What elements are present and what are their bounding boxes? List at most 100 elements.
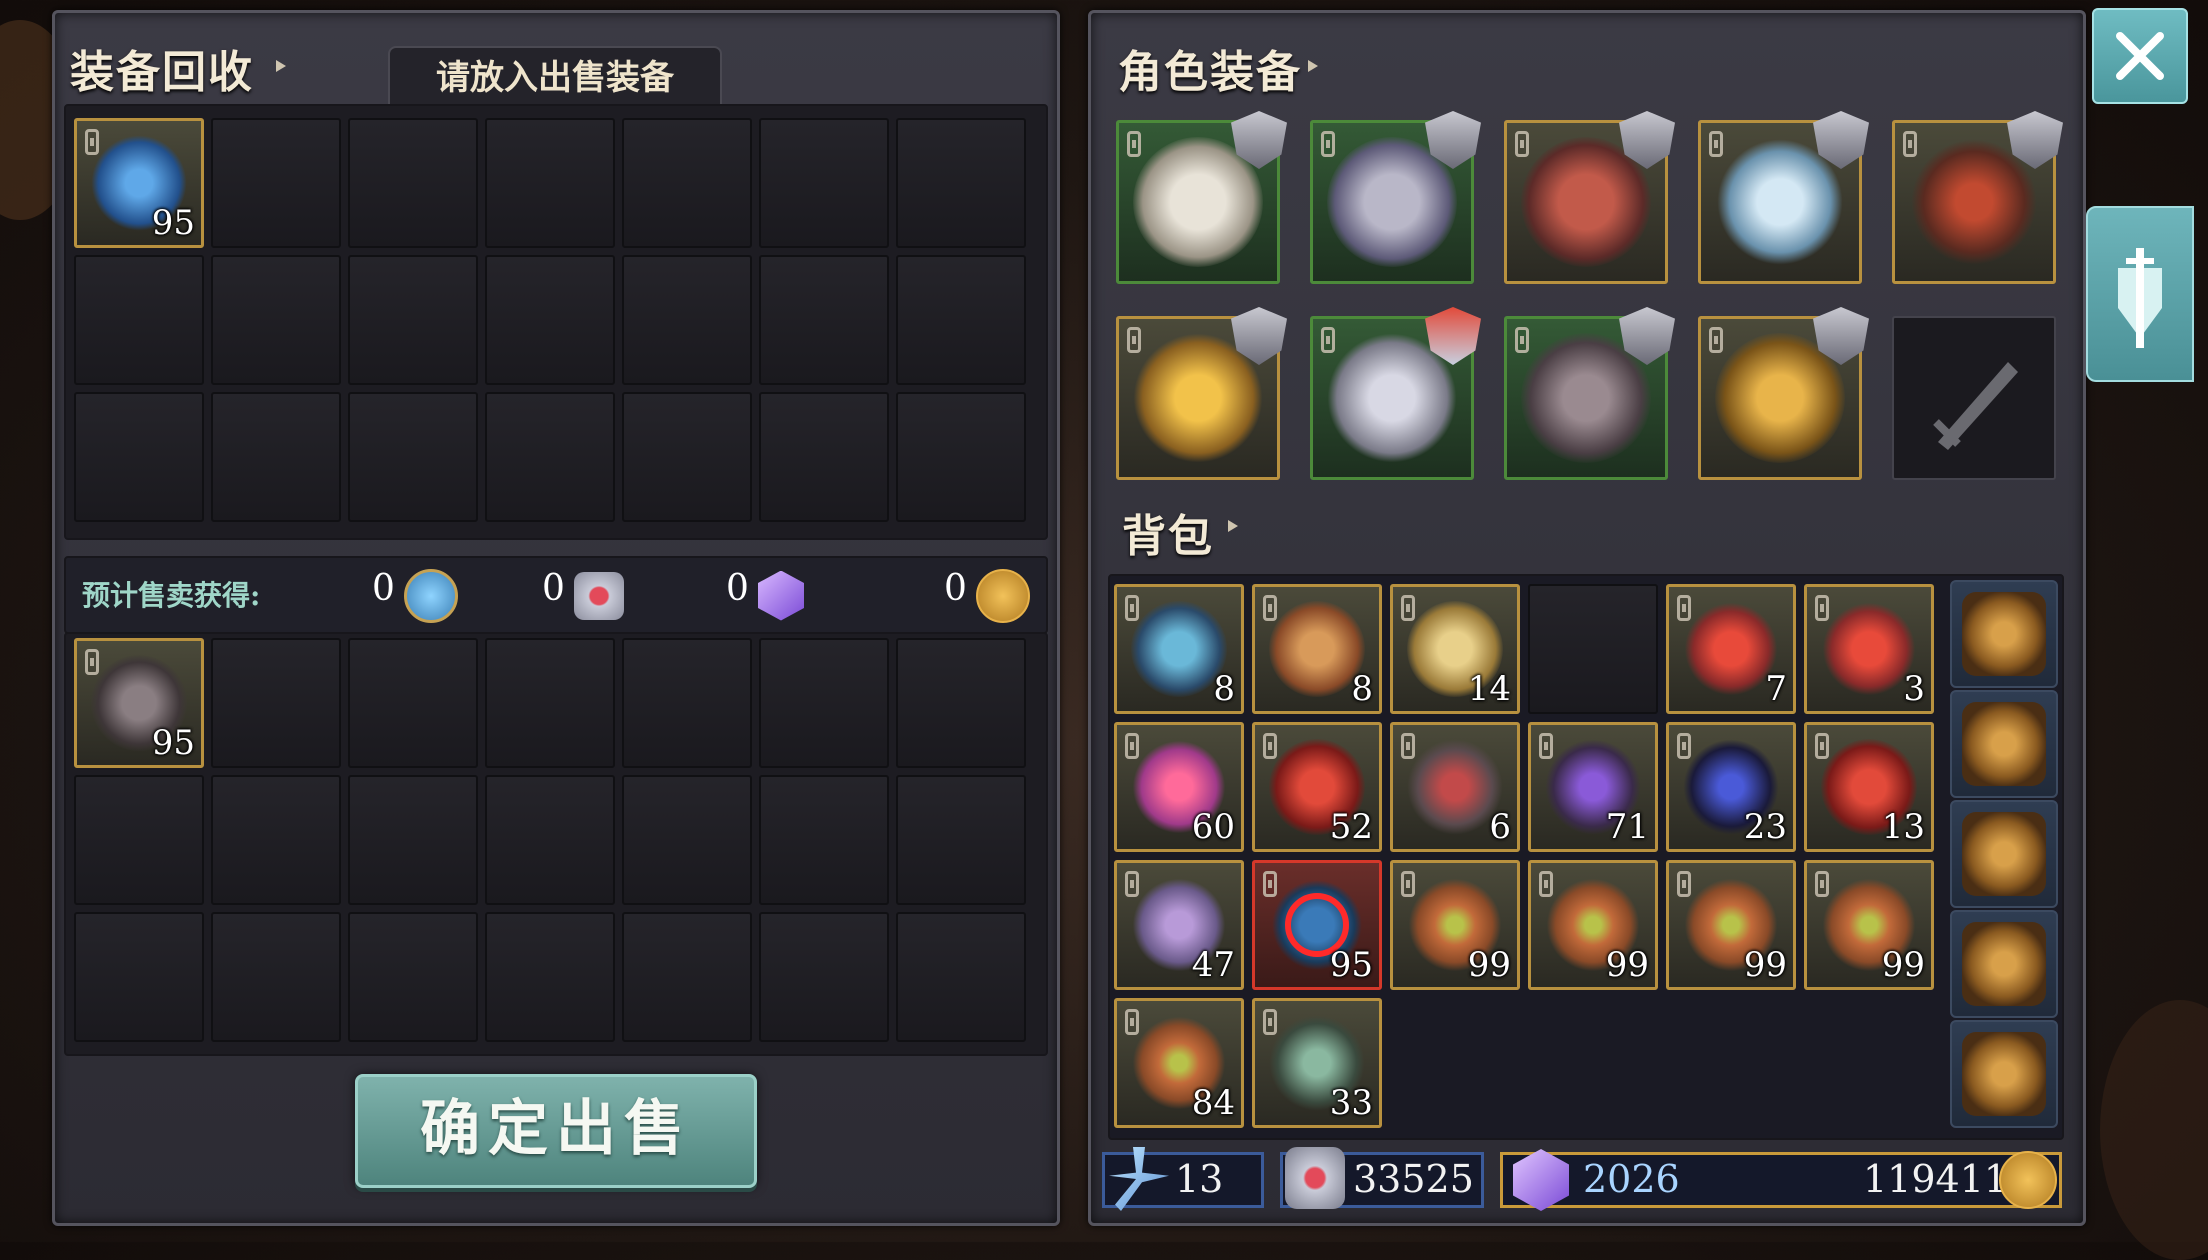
backpack-item[interactable]: 99: [1390, 860, 1520, 990]
lock-icon: [1321, 131, 1335, 157]
equipment-slot-amulet[interactable]: [1116, 307, 1287, 480]
empty-slot[interactable]: [348, 255, 478, 385]
estimate-gem: 0: [726, 568, 804, 621]
backpack-item[interactable]: 8: [1114, 584, 1244, 714]
lock-icon: [1709, 327, 1723, 353]
equipment-slot-gauntlet[interactable]: [1310, 307, 1481, 480]
empty-slot[interactable]: [348, 775, 478, 905]
empty-slot[interactable]: [622, 392, 752, 522]
empty-slot[interactable]: [622, 775, 752, 905]
backpack-item[interactable]: 84: [1114, 998, 1244, 1128]
equipment-slot-cloak[interactable]: [1504, 111, 1675, 284]
backpack-item[interactable]: 99: [1666, 860, 1796, 990]
empty-slot[interactable]: [485, 255, 615, 385]
equipment-slot-boots[interactable]: [1504, 307, 1675, 480]
bag-icon: [1962, 592, 2046, 676]
title-arrow-icon: [1308, 60, 1318, 72]
empty-slot[interactable]: [74, 255, 204, 385]
confirm-sell-button[interactable]: 确定出售: [355, 1074, 757, 1188]
empty-slot[interactable]: [896, 775, 1026, 905]
empty-slot[interactable]: [211, 638, 341, 768]
bag-tab-1[interactable]: [1950, 580, 2058, 688]
empty-slot[interactable]: [348, 912, 478, 1042]
lock-icon: [85, 129, 99, 155]
empty-slot[interactable]: [348, 118, 478, 248]
empty-slot[interactable]: [485, 392, 615, 522]
empty-slot[interactable]: [622, 912, 752, 1042]
empty-slot[interactable]: [485, 638, 615, 768]
backpack-item[interactable]: 60: [1114, 722, 1244, 852]
empty-slot[interactable]: [211, 775, 341, 905]
equipment-slot-helmet[interactable]: [1116, 111, 1287, 284]
gold-coin-icon: [976, 568, 1030, 623]
item-count: 13: [1881, 807, 1925, 847]
empty-slot[interactable]: [74, 775, 204, 905]
backpack-item[interactable]: 14: [1390, 584, 1520, 714]
item-count: 8: [1213, 669, 1235, 709]
backpack-item[interactable]: 99: [1804, 860, 1934, 990]
empty-slot[interactable]: [759, 912, 889, 1042]
empty-slot[interactable]: [211, 118, 341, 248]
empty-slot[interactable]: [211, 912, 341, 1042]
empty-slot[interactable]: [896, 118, 1026, 248]
backpack-item[interactable]: 95: [1252, 860, 1382, 990]
backpack-item[interactable]: 47: [1114, 860, 1244, 990]
lock-icon: [1401, 733, 1415, 759]
side-tab-equipment[interactable]: [2086, 206, 2194, 382]
empty-slot[interactable]: [485, 912, 615, 1042]
equipment-slot-staff[interactable]: [1892, 111, 2063, 284]
equipment-slot-weapon[interactable]: [1892, 316, 2056, 480]
empty-slot[interactable]: [759, 392, 889, 522]
equipment-slot-ring2[interactable]: [1698, 307, 1869, 480]
backpack-item[interactable]: 33: [1252, 998, 1382, 1128]
empty-slot[interactable]: [622, 638, 752, 768]
bag-tab-5[interactable]: [1950, 1020, 2058, 1128]
lock-icon: [1815, 595, 1829, 621]
empty-slot[interactable]: [759, 638, 889, 768]
empty-slot[interactable]: [759, 775, 889, 905]
tab-place-items[interactable]: 请放入出售装备: [388, 46, 722, 108]
empty-slot[interactable]: [622, 118, 752, 248]
empty-slot[interactable]: [896, 392, 1026, 522]
empty-slot[interactable]: [896, 638, 1026, 768]
recycle-item-slot[interactable]: 95: [74, 118, 204, 248]
equipment-slot-chest[interactable]: [1310, 111, 1481, 284]
item-count: 60: [1191, 807, 1235, 847]
empty-slot[interactable]: [348, 392, 478, 522]
empty-slot[interactable]: [74, 392, 204, 522]
recycle-item-slot[interactable]: 95: [74, 638, 204, 768]
empty-slot[interactable]: [485, 775, 615, 905]
empty-slot[interactable]: [896, 255, 1026, 385]
empty-slot[interactable]: [622, 255, 752, 385]
empty-slot[interactable]: [896, 912, 1026, 1042]
empty-slot[interactable]: [211, 392, 341, 522]
backpack-item[interactable]: 71: [1528, 722, 1658, 852]
lock-icon: [1903, 131, 1917, 157]
empty-slot[interactable]: [759, 118, 889, 248]
item-count: 95: [151, 203, 195, 243]
equipment-slot-ring[interactable]: [1698, 111, 1869, 284]
empty-slot[interactable]: [348, 638, 478, 768]
backpack-item[interactable]: 13: [1804, 722, 1934, 852]
backpack-item[interactable]: 99: [1528, 860, 1658, 990]
lock-icon: [1125, 595, 1139, 621]
bag-tab-2[interactable]: [1950, 690, 2058, 798]
estimate-magic-dust: 0: [372, 568, 458, 623]
backpack-item[interactable]: 7: [1666, 584, 1796, 714]
bag-tab-4[interactable]: [1950, 910, 2058, 1018]
close-button[interactable]: [2092, 8, 2188, 104]
empty-slot[interactable]: [74, 912, 204, 1042]
backpack-item[interactable]: 3: [1804, 584, 1934, 714]
empty-slot[interactable]: [485, 118, 615, 248]
empty-slot[interactable]: [759, 255, 889, 385]
backpack-item[interactable]: 8: [1252, 584, 1382, 714]
empty-slot[interactable]: [1528, 584, 1658, 714]
empty-slot[interactable]: [211, 255, 341, 385]
item-count: 99: [1605, 945, 1649, 985]
background-foliage: [2100, 1000, 2208, 1260]
backpack-item[interactable]: 23: [1666, 722, 1796, 852]
item-count: 95: [1329, 945, 1373, 985]
backpack-item[interactable]: 6: [1390, 722, 1520, 852]
bag-tab-3[interactable]: [1950, 800, 2058, 908]
backpack-item[interactable]: 52: [1252, 722, 1382, 852]
